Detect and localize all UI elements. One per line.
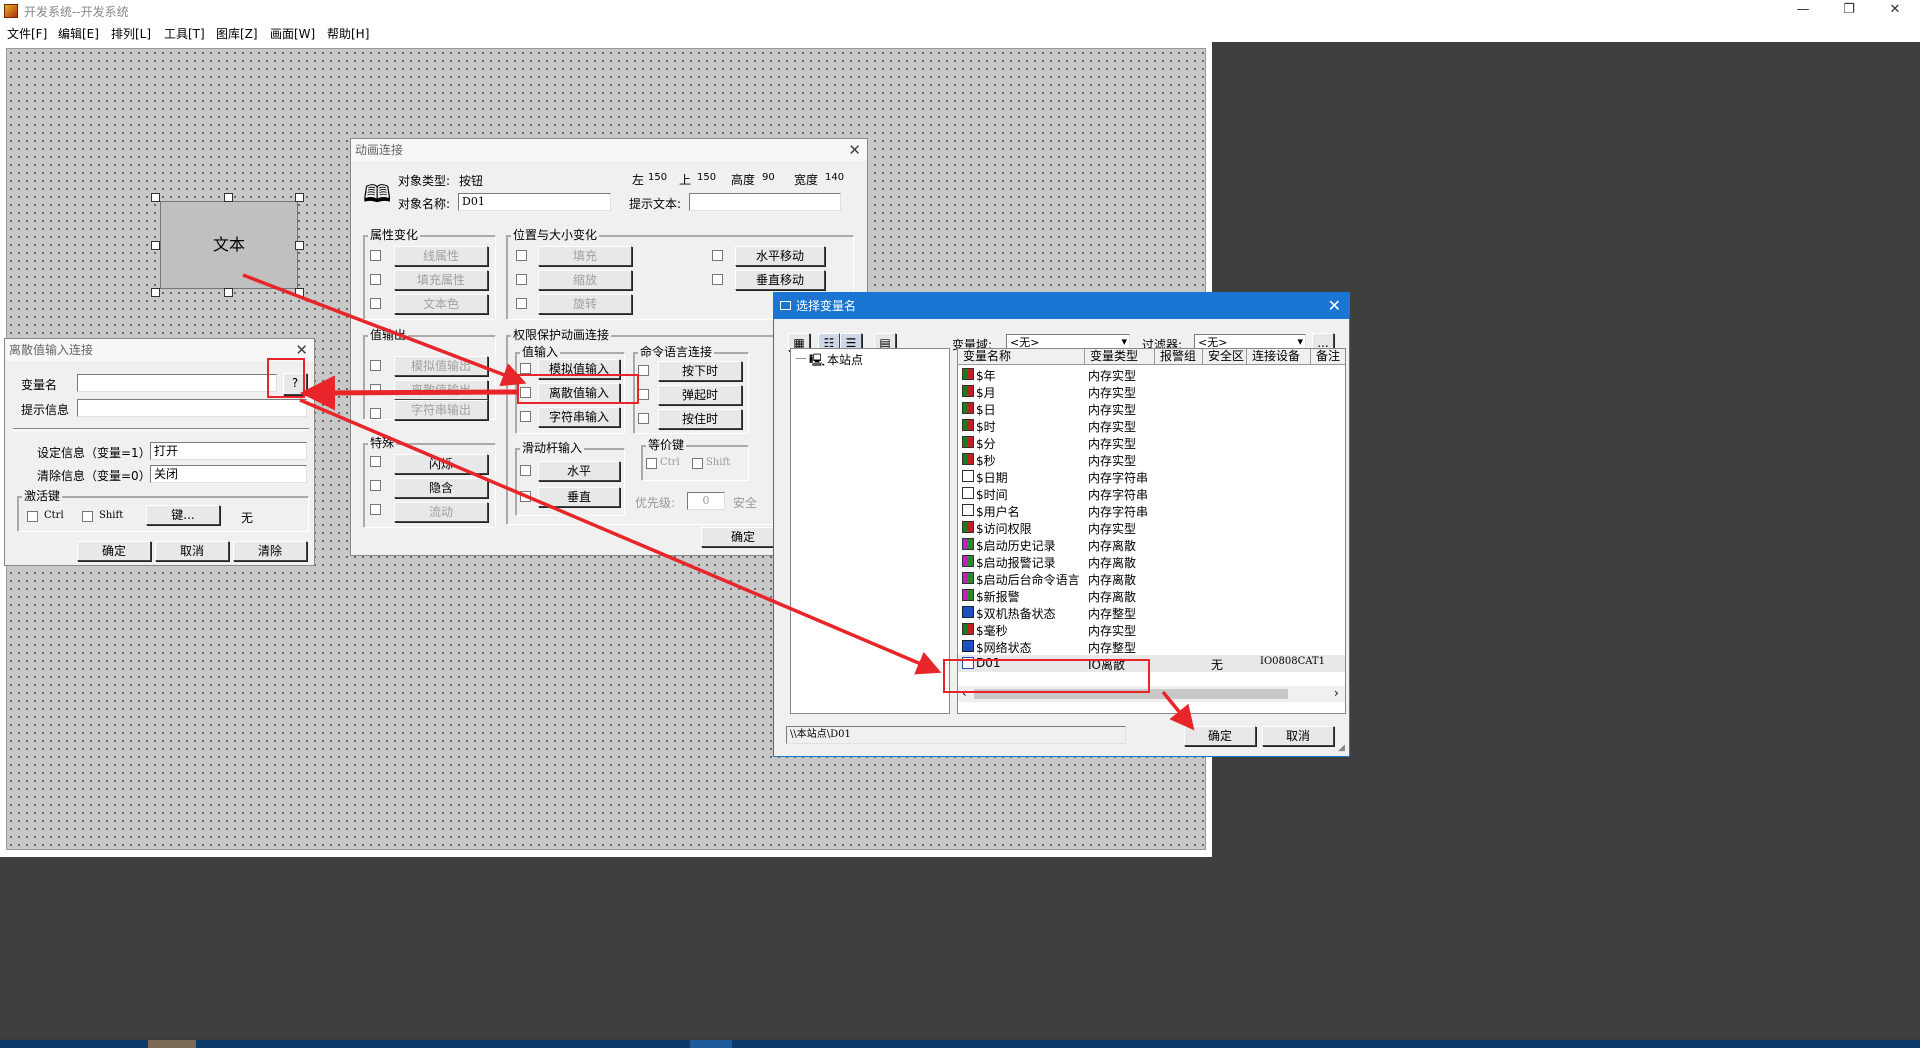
arrow-to-browse-button [300,375,519,411]
arrow-widget-to-discrete [242,273,527,387]
arrow-to-ok-button [1161,690,1195,731]
annotation-arrows [242,273,1195,731]
taskbar [0,1040,1920,1048]
taskbar-app[interactable] [148,1040,196,1048]
arrow-to-variable-row [299,398,942,675]
taskbar-app[interactable] [690,1040,732,1048]
